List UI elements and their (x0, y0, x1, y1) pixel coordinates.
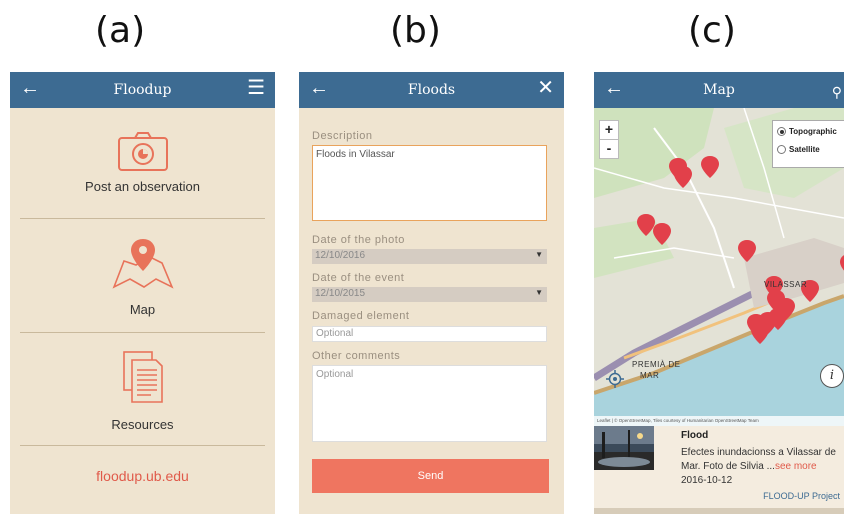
observation-popup[interactable]: Flood Efectes inundacionss a Vilassar de… (594, 426, 844, 514)
place-label-mar: MAR (640, 371, 660, 380)
app-bar: ← Floods ✕ (299, 72, 564, 108)
event-date-label: Date of the event (312, 272, 405, 284)
dropdown-arrow-icon: ▼ (535, 288, 543, 297)
damaged-element-label: Damaged element (312, 310, 410, 322)
event-date-value: 12/10/2015 (315, 288, 366, 299)
menu-label-map: Map (129, 302, 156, 317)
map-attribution: Leaflet | © OpenStreetMap, Tiles courtes… (594, 416, 844, 426)
other-comments-label: Other comments (312, 350, 401, 362)
layer-switcher[interactable]: Topographic Satellite (772, 120, 844, 168)
layer-option-satellite[interactable]: Satellite (777, 145, 820, 155)
description-label: Description (312, 130, 373, 142)
menu-item-resources[interactable]: Resources (10, 348, 275, 432)
app-title: Floodup (113, 82, 172, 98)
panel-label-c: (c) (688, 10, 736, 51)
map-marker (653, 223, 671, 245)
map-title: Map (703, 82, 735, 98)
app-bar: ← Map ⚲ (594, 72, 844, 108)
divider (20, 218, 265, 219)
photo-date-select[interactable]: 12/10/2016 ▼ (312, 249, 547, 264)
close-icon[interactable]: ✕ (537, 78, 554, 98)
camera-icon (117, 132, 168, 171)
other-comments-field[interactable]: Optional (312, 365, 547, 442)
locate-icon[interactable] (606, 370, 624, 388)
layer-option-topographic[interactable]: Topographic (777, 127, 837, 137)
place-label-premia: PREMIÀ DE (632, 360, 681, 369)
map-marker (840, 255, 844, 271)
map-marker (751, 322, 769, 344)
popup-project: FLOOD-UP Project (763, 491, 840, 501)
filter-icon[interactable]: ⚲ (832, 82, 842, 102)
photo-date-label: Date of the photo (312, 234, 405, 246)
damaged-element-field[interactable]: Optional (312, 326, 547, 342)
popup-date: 2016-10-12 (681, 475, 733, 486)
radio-selected-icon (777, 127, 786, 137)
form-title: Floods (407, 82, 456, 98)
map-screen: ← Map ⚲ + - Topographic Satellite PREMIÀ… (594, 72, 844, 514)
document-icon (122, 351, 163, 403)
observation-thumbnail[interactable] (594, 426, 654, 470)
website-link[interactable]: floodup.ub.edu (10, 468, 275, 484)
menu-item-map[interactable]: Map (10, 235, 275, 317)
menu-label-resources: Resources (111, 417, 174, 432)
home-screen: ← Floodup ☰ Post an observation Map Reso… (10, 72, 275, 514)
zoom-in-button[interactable]: + (599, 120, 619, 140)
description-field[interactable]: Floods in Vilassar (312, 145, 547, 221)
dropdown-arrow-icon: ▼ (535, 250, 543, 259)
place-label-vilassar: VILASSAR (764, 280, 808, 289)
menu-item-post-observation[interactable]: Post an observation (10, 130, 275, 194)
popup-description: Efectes inundacionss a Vilassar de Mar. … (681, 446, 841, 474)
map-marker (637, 214, 655, 236)
info-icon[interactable]: i (820, 364, 844, 388)
menu-label-post: Post an observation (85, 179, 200, 194)
map-view[interactable]: + - Topographic Satellite PREMIÀ DE MAR … (594, 108, 844, 426)
map-marker (674, 166, 692, 188)
event-date-select[interactable]: 12/10/2015 ▼ (312, 287, 547, 302)
hamburger-menu-icon[interactable]: ☰ (247, 78, 265, 98)
zoom-out-button[interactable]: - (599, 139, 619, 159)
map-marker (738, 240, 756, 262)
app-bar: ← Floodup ☰ (10, 72, 275, 108)
map-pin-icon (112, 239, 174, 289)
divider (20, 445, 265, 446)
radio-icon (777, 145, 786, 155)
bottom-bar (594, 508, 844, 514)
photo-date-value: 12/10/2016 (315, 250, 366, 261)
panel-label-a: (a) (95, 10, 146, 51)
map-marker (701, 156, 719, 178)
floods-form-screen: ← Floods ✕ Description Floods in Vilassa… (299, 72, 564, 514)
send-button[interactable]: Send (312, 459, 549, 493)
popup-title: Flood (681, 430, 709, 441)
divider (20, 332, 265, 333)
panel-label-b: (b) (390, 10, 441, 51)
see-more-link[interactable]: see more (775, 461, 817, 472)
